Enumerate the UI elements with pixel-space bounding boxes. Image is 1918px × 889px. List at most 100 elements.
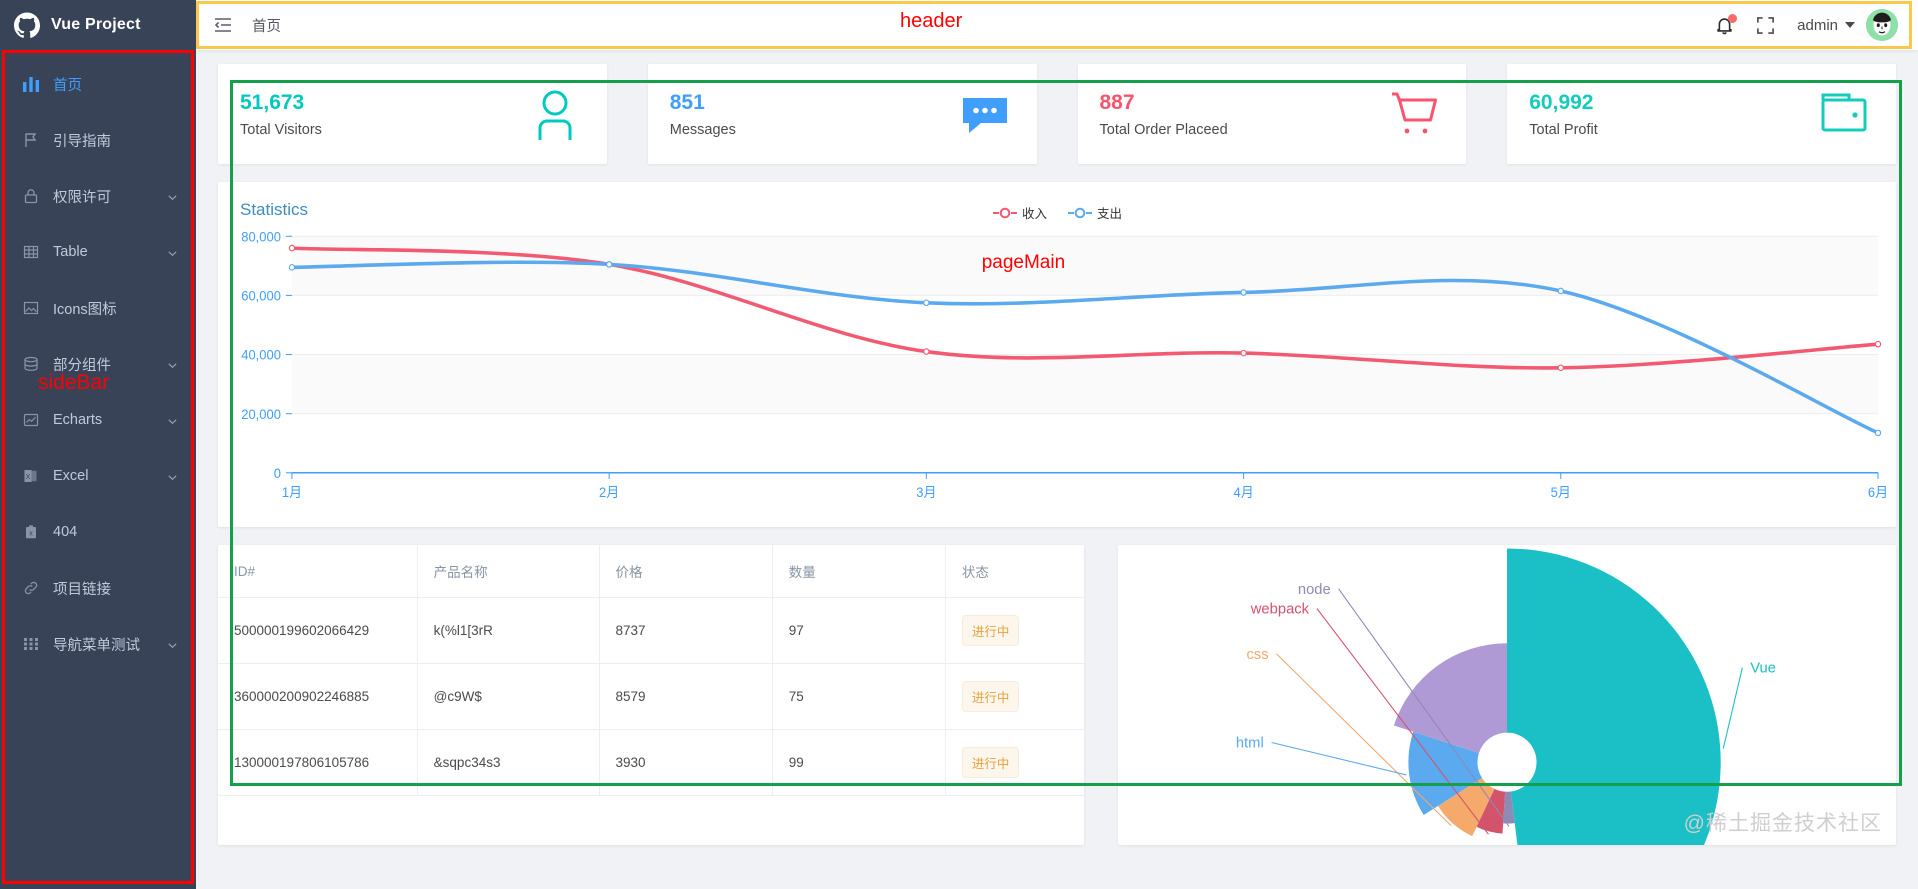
chevron-down-icon[interactable] (167, 639, 178, 650)
table-header: ID# 产品名称 价格 数量 状态 (218, 545, 1084, 598)
column-header-qty[interactable]: 数量 (772, 545, 946, 598)
svg-text:5月: 5月 (1551, 485, 1571, 500)
legend-label: 支出 (1097, 207, 1123, 221)
cell-qty: 75 (772, 663, 946, 730)
svg-text:x: x (29, 531, 33, 538)
chevron-down-icon[interactable] (167, 415, 178, 426)
sidebar-item-guide[interactable]: 引导指南 (0, 112, 196, 168)
table-header-row: ID# 产品名称 价格 数量 状态 (218, 545, 1084, 598)
menu-fold-icon[interactable] (212, 14, 234, 36)
lock-icon (22, 187, 40, 205)
cell-price: 8737 (599, 597, 773, 664)
message-bubble-icon (959, 88, 1011, 140)
legend-item-income[interactable]: 收入 (992, 203, 1047, 222)
sidebar-item-echarts[interactable]: Echarts (0, 392, 196, 448)
sidebar-item-table[interactable]: Table (0, 224, 196, 280)
sidebar-item-permission[interactable]: 权限许可 (0, 168, 196, 224)
stat-card-total-visitors[interactable]: 51,673 Total Visitors (218, 64, 607, 164)
svg-text:0: 0 (274, 466, 281, 481)
chevron-down-icon[interactable] (167, 191, 178, 202)
top-header: 首页 admin (196, 0, 1918, 50)
brand-logo-area[interactable]: Vue Project (0, 0, 196, 50)
cell-price: 3930 (599, 729, 773, 796)
grid-icon (22, 635, 40, 653)
stat-card-messages[interactable]: 851 Messages (647, 64, 1037, 164)
stat-label: Total Order Placeed (1099, 121, 1228, 138)
stat-card-total-profit[interactable]: 60,992 Total Profit (1507, 64, 1896, 164)
avatar[interactable] (1866, 9, 1898, 41)
notification-dot (1728, 13, 1738, 23)
cell-status: 进行中 (945, 597, 1084, 664)
shopping-cart-icon (1388, 88, 1440, 140)
legend-item-expense[interactable]: 支出 (1067, 203, 1122, 222)
excel-file-icon: X (22, 467, 40, 485)
cell-name: &sqpc34s3 (417, 729, 600, 796)
svg-text:node: node (1298, 582, 1331, 598)
table-row[interactable]: 360000200902246885 @c9W$ 8579 75 进行中 (218, 663, 1084, 730)
sidebar: Vue Project 首页 引导指南 权限许可 Table Icons图标 部… (0, 0, 196, 889)
svg-text:Vue: Vue (1750, 661, 1776, 677)
user-menu[interactable]: admin (1797, 9, 1898, 41)
breadcrumb[interactable]: 首页 (252, 15, 281, 36)
github-icon (14, 12, 40, 38)
sidebar-item-project-link[interactable]: 项目链接 (0, 560, 196, 616)
column-header-id[interactable]: ID# (218, 545, 418, 598)
rose-pie-chart-card: Vue node webpack css html @稀土掘金技术社区 (1118, 545, 1896, 846)
legend-marker (992, 207, 1018, 219)
sidebar-item-home[interactable]: 首页 (0, 56, 196, 112)
brand-title: Vue Project (51, 16, 141, 33)
status-badge: 进行中 (961, 681, 1020, 712)
column-header-status[interactable]: 状态 (945, 545, 1084, 598)
table-row[interactable]: 130000197806105786 &sqpc34s3 3930 99 进行中 (218, 729, 1084, 796)
svg-text:X: X (26, 474, 31, 481)
sidebar-menu: 首页 引导指南 权限许可 Table Icons图标 部分组件 Echarts … (0, 50, 196, 672)
svg-text:20,000: 20,000 (241, 407, 281, 422)
svg-text:4月: 4月 (1233, 485, 1253, 500)
statistics-card: Statistics 收入 支出 pageMain 0 20,000 40,00… (218, 182, 1896, 527)
sidebar-item-label: 导航菜单测试 (53, 637, 140, 654)
watermark: @稀土掘金技术社区 (1683, 812, 1882, 836)
sidebar-item-excel[interactable]: X Excel (0, 448, 196, 504)
stat-value: 887 (1099, 91, 1135, 115)
sidebar-item-label: 引导指南 (53, 133, 111, 150)
bar-chart-icon (22, 75, 40, 93)
svg-text:1月: 1月 (282, 485, 302, 500)
fullscreen-icon[interactable] (1756, 16, 1775, 35)
sidebar-item-icons[interactable]: Icons图标 (0, 280, 196, 336)
legend-label: 收入 (1021, 207, 1047, 221)
stat-card-total-order-placed[interactable]: 887 Total Order Placeed (1077, 64, 1467, 164)
cell-id: 500000199602066429 (218, 597, 418, 664)
svg-text:3月: 3月 (916, 485, 936, 500)
person-icon (529, 88, 581, 140)
bell-icon[interactable] (1715, 13, 1738, 36)
chevron-down-icon[interactable] (167, 247, 178, 258)
sidebar-item-label: 权限许可 (53, 189, 111, 206)
sidebar-item-nav-menu-test[interactable]: 导航菜单测试 (0, 616, 196, 672)
stat-value: 51,673 (240, 91, 305, 115)
cell-qty: 97 (772, 597, 946, 664)
page-main: 51,673 Total Visitors 851 Messages 887 T… (196, 50, 1918, 889)
annotation-label-header: header (900, 10, 963, 32)
sidebar-item-label: Table (53, 244, 88, 260)
orders-table: ID# 产品名称 价格 数量 状态 500000199602066429 k(%… (218, 545, 1084, 796)
table-row[interactable]: 500000199602066429 k(%l1[3rR 8737 97 进行中 (218, 597, 1084, 664)
svg-text:80,000: 80,000 (241, 230, 281, 245)
image-icon (22, 299, 40, 317)
column-header-price[interactable]: 价格 (599, 545, 773, 598)
chevron-down-icon[interactable] (167, 471, 178, 482)
cell-status: 进行中 (945, 729, 1084, 796)
column-header-name[interactable]: 产品名称 (417, 545, 600, 598)
stat-value: 851 (669, 91, 705, 115)
table-icon (22, 243, 40, 261)
link-icon (22, 579, 40, 597)
sidebar-item-404[interactable]: x 404 (0, 504, 196, 560)
flag-icon (22, 131, 40, 149)
chart-line-icon (22, 411, 40, 429)
cell-id: 130000197806105786 (218, 729, 418, 796)
svg-text:css: css (1247, 647, 1269, 663)
header-right-actions: admin (1715, 9, 1918, 41)
chevron-down-icon[interactable] (167, 359, 178, 370)
status-badge: 进行中 (961, 747, 1020, 778)
status-badge: 进行中 (961, 615, 1020, 646)
svg-text:html: html (1236, 735, 1264, 751)
